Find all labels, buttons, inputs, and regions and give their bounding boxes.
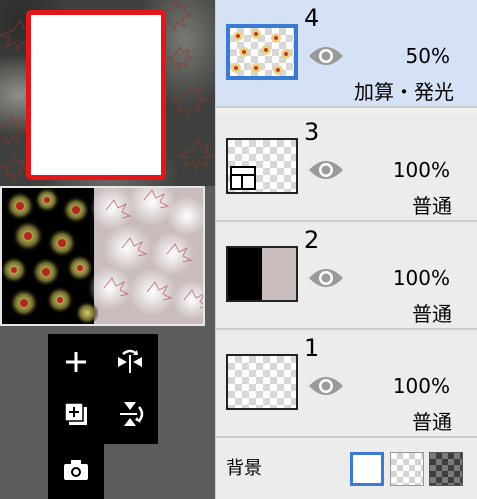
thumb-mauve-half bbox=[262, 248, 296, 300]
layer-opacity[interactable]: 100% bbox=[393, 374, 450, 398]
canvas-composite-preview[interactable] bbox=[0, 186, 205, 326]
canvas-area[interactable] bbox=[0, 0, 215, 499]
layer-thumbnail[interactable] bbox=[226, 138, 298, 194]
composite-image bbox=[2, 188, 203, 324]
layer-thumbnail[interactable] bbox=[226, 246, 298, 302]
flip-horizontal-button[interactable] bbox=[105, 338, 155, 386]
background-row: 背景 bbox=[216, 440, 477, 499]
layer-thumbnail[interactable] bbox=[226, 24, 298, 80]
maple-leaves-thumbnail bbox=[231, 29, 291, 75]
thumb-black-half bbox=[228, 248, 262, 300]
background-dark-checker-swatch[interactable] bbox=[429, 452, 463, 486]
layer-number: 4 bbox=[304, 4, 320, 32]
layer-blend-mode[interactable]: 加算・発光 bbox=[354, 80, 454, 104]
plus-icon bbox=[66, 352, 86, 372]
layer-opacity[interactable]: 100% bbox=[393, 266, 450, 290]
canvas-background bbox=[0, 0, 215, 186]
layer-panel: 4 50% 加算・発光 3 100% 普通 2 100% 普通 1 100% 普… bbox=[215, 0, 477, 499]
layer-opacity[interactable]: 100% bbox=[393, 158, 450, 182]
background-light-checker-swatch[interactable] bbox=[390, 452, 424, 486]
camera-button[interactable] bbox=[51, 446, 101, 494]
flip-vertical-button[interactable] bbox=[105, 390, 155, 438]
layer-blend-mode[interactable]: 普通 bbox=[412, 194, 452, 218]
layer-row-3[interactable]: 3 100% 普通 bbox=[216, 114, 477, 222]
flip-horizontal-icon bbox=[118, 349, 142, 373]
eye-icon[interactable] bbox=[308, 374, 344, 398]
layer-thumbnail[interactable] bbox=[226, 354, 298, 410]
layer-toolbox bbox=[48, 334, 158, 499]
selected-layer-frame[interactable] bbox=[26, 10, 166, 180]
add-layer-button[interactable] bbox=[51, 390, 101, 438]
eye-icon[interactable] bbox=[308, 266, 344, 290]
layer-blend-mode[interactable]: 普通 bbox=[412, 302, 452, 326]
layer-row-2[interactable]: 2 100% 普通 bbox=[216, 222, 477, 330]
layer-number: 2 bbox=[304, 226, 320, 254]
flip-vertical-icon bbox=[120, 402, 144, 426]
layer-opacity[interactable]: 50% bbox=[406, 44, 450, 68]
layer-row-4[interactable]: 4 50% 加算・発光 bbox=[216, 0, 477, 108]
camera-icon bbox=[64, 460, 88, 480]
background-label: 背景 bbox=[226, 458, 262, 479]
eye-icon[interactable] bbox=[308, 44, 344, 68]
background-white-swatch[interactable] bbox=[350, 452, 384, 486]
layer-number: 3 bbox=[304, 118, 320, 146]
layer-tile-icon bbox=[230, 166, 256, 190]
add-button[interactable] bbox=[51, 338, 101, 386]
layer-row-1[interactable]: 1 100% 普通 bbox=[216, 330, 477, 438]
layer-number: 1 bbox=[304, 334, 320, 362]
eye-icon[interactable] bbox=[308, 158, 344, 182]
layer-blend-mode[interactable]: 普通 bbox=[412, 410, 452, 434]
add-layer-icon bbox=[64, 402, 87, 425]
